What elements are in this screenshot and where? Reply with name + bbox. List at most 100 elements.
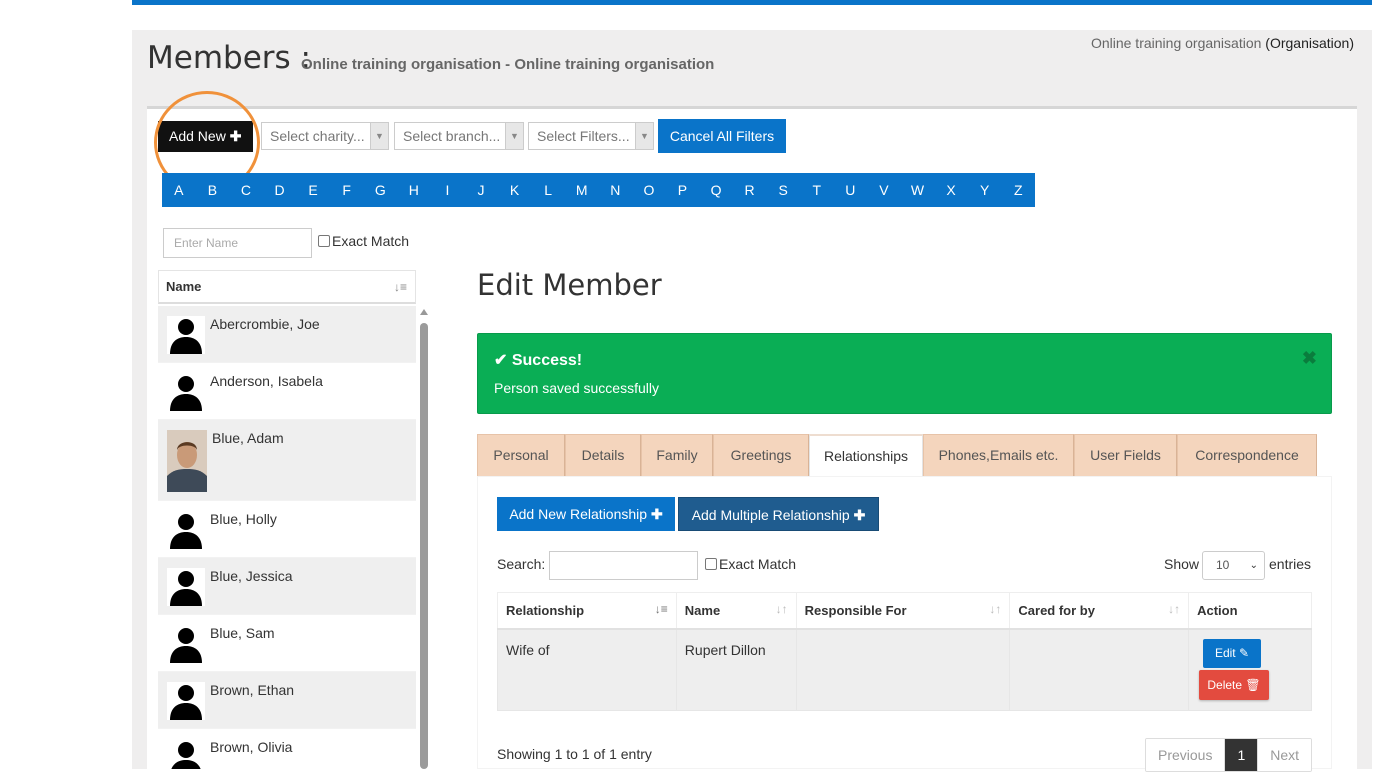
edit-relationship-button[interactable]: Edit ✎ [1203,639,1261,668]
letter-l[interactable]: L [531,173,565,207]
letter-j[interactable]: J [464,173,498,207]
letter-r[interactable]: R [733,173,767,207]
letter-u[interactable]: U [834,173,868,207]
column-label: Cared for by [1018,602,1095,618]
column-relationship[interactable]: Relationship ↓≡ [497,592,677,630]
trash-icon: 🗑 [1245,678,1261,692]
name-column-label: Name [166,279,202,294]
column-cared-for-by[interactable]: Cared for by ↓↑ [1009,592,1190,630]
letter-o[interactable]: O [632,173,666,207]
add-multiple-relationship-button[interactable]: Add Multiple Relationship ✚ [678,497,879,531]
name-search-input[interactable]: Enter Name [163,228,312,258]
plus-icon: ✚ [853,507,866,523]
previous-page-button[interactable]: Previous [1146,739,1226,771]
member-list-scrollbar[interactable] [419,309,429,769]
letter-z[interactable]: Z [1001,173,1035,207]
member-name: Anderson, Isabela [210,373,323,389]
branch-select-value: Select branch... [403,128,501,144]
letter-y[interactable]: Y [968,173,1002,207]
letter-x[interactable]: X [934,173,968,207]
page-1-button[interactable]: 1 [1225,739,1258,771]
tab-user-fields[interactable]: User Fields [1074,434,1177,477]
checkbox-icon [705,558,717,570]
list-item[interactable]: Brown, Olivia [158,729,416,769]
member-tabs: Personal Details Family Greetings Relationsh… [477,434,1317,477]
checkbox-icon [318,235,330,247]
list-item[interactable]: Blue, Adam [158,420,416,501]
close-icon[interactable]: ✖ [1302,348,1317,369]
tab-family[interactable]: Family [641,434,713,477]
column-label: Responsible For [804,602,907,618]
filters-select[interactable]: Select Filters... ▼ [528,122,654,150]
letter-s[interactable]: S [766,173,800,207]
letter-c[interactable]: C [229,173,263,207]
scroll-thumb[interactable] [420,323,428,769]
sort-icon[interactable]: ↓↑ [989,602,1001,616]
letter-m[interactable]: M [565,173,599,207]
letter-b[interactable]: B [196,173,230,207]
tab-correspondence[interactable]: Correspondence [1177,434,1317,477]
member-list: Abercrombie, Joe Anderson, Isabela Blue, A… [158,306,416,769]
letter-n[interactable]: N [599,173,633,207]
letter-e[interactable]: E [296,173,330,207]
letter-d[interactable]: D [263,173,297,207]
list-item[interactable]: Anderson, Isabela [158,363,416,420]
list-item[interactable]: Blue, Holly [158,501,416,558]
sort-icon[interactable]: ↓↑ [1168,602,1180,616]
sort-icon[interactable]: ↓↑ [776,602,788,616]
letter-v[interactable]: V [867,173,901,207]
exact-match-checkbox[interactable]: Exact Match [318,233,409,249]
success-alert: ✔ Success! Person saved successfully ✖ [477,333,1332,414]
relationship-exact-match-checkbox[interactable]: Exact Match [705,556,796,572]
letter-w[interactable]: W [901,173,935,207]
silhouette-icon [167,316,205,354]
letter-f[interactable]: F [330,173,364,207]
sort-icon[interactable]: ↓≡ [394,271,407,303]
tab-greetings[interactable]: Greetings [713,434,809,477]
member-name: Blue, Jessica [210,568,293,584]
letter-i[interactable]: I [431,173,465,207]
letter-h[interactable]: H [397,173,431,207]
letter-q[interactable]: Q [699,173,733,207]
member-name: Brown, Olivia [210,739,293,755]
delete-relationship-button[interactable]: Delete 🗑 [1199,670,1269,700]
column-action: Action [1188,592,1312,630]
sort-icon[interactable]: ↓≡ [655,602,668,616]
tab-personal[interactable]: Personal [477,434,565,477]
list-item[interactable]: Brown, Ethan [158,672,416,729]
member-list-header[interactable]: Name ↓≡ [158,270,416,304]
member-name: Blue, Sam [210,625,275,641]
page-size-select[interactable]: 10 ⌄ [1202,551,1265,580]
branch-select[interactable]: Select branch... ▼ [394,122,524,150]
silhouette-icon [167,739,205,769]
charity-select[interactable]: Select charity... ▼ [261,122,389,150]
relationship-search-input[interactable] [549,551,698,580]
list-item[interactable]: Blue, Jessica [158,558,416,615]
column-responsible-for[interactable]: Responsible For ↓↑ [795,592,1011,630]
showing-entries-text: Showing 1 to 1 of 1 entry [497,746,652,762]
tab-relationships[interactable]: Relationships [809,434,923,477]
letter-a[interactable]: A [162,173,196,207]
letter-g[interactable]: G [363,173,397,207]
page-size-value: 10 [1216,558,1230,572]
member-name: Brown, Ethan [210,682,295,698]
organisation-name[interactable]: Online training organisation [1091,35,1261,51]
letter-p[interactable]: P [666,173,700,207]
column-name[interactable]: Name ↓↑ [675,592,797,630]
scroll-up-icon[interactable] [420,309,428,315]
silhouette-icon [167,373,205,411]
member-name: Blue, Holly [210,511,277,527]
cancel-all-filters-button[interactable]: Cancel All Filters [658,119,786,153]
tab-phones-emails-etc[interactable]: Phones,Emails etc. [923,434,1074,477]
list-item[interactable]: Abercrombie, Joe [158,306,416,363]
next-page-button[interactable]: Next [1257,739,1312,771]
add-new-relationship-button[interactable]: Add New Relationship ✚ [497,497,675,531]
letter-k[interactable]: K [498,173,532,207]
tab-details[interactable]: Details [565,434,641,477]
silhouette-icon [167,625,205,663]
column-label: Name [684,602,721,618]
alert-title: Success! [511,352,583,369]
entries-label: entries [1269,556,1312,572]
list-item[interactable]: Blue, Sam [158,615,416,672]
letter-t[interactable]: T [800,173,834,207]
